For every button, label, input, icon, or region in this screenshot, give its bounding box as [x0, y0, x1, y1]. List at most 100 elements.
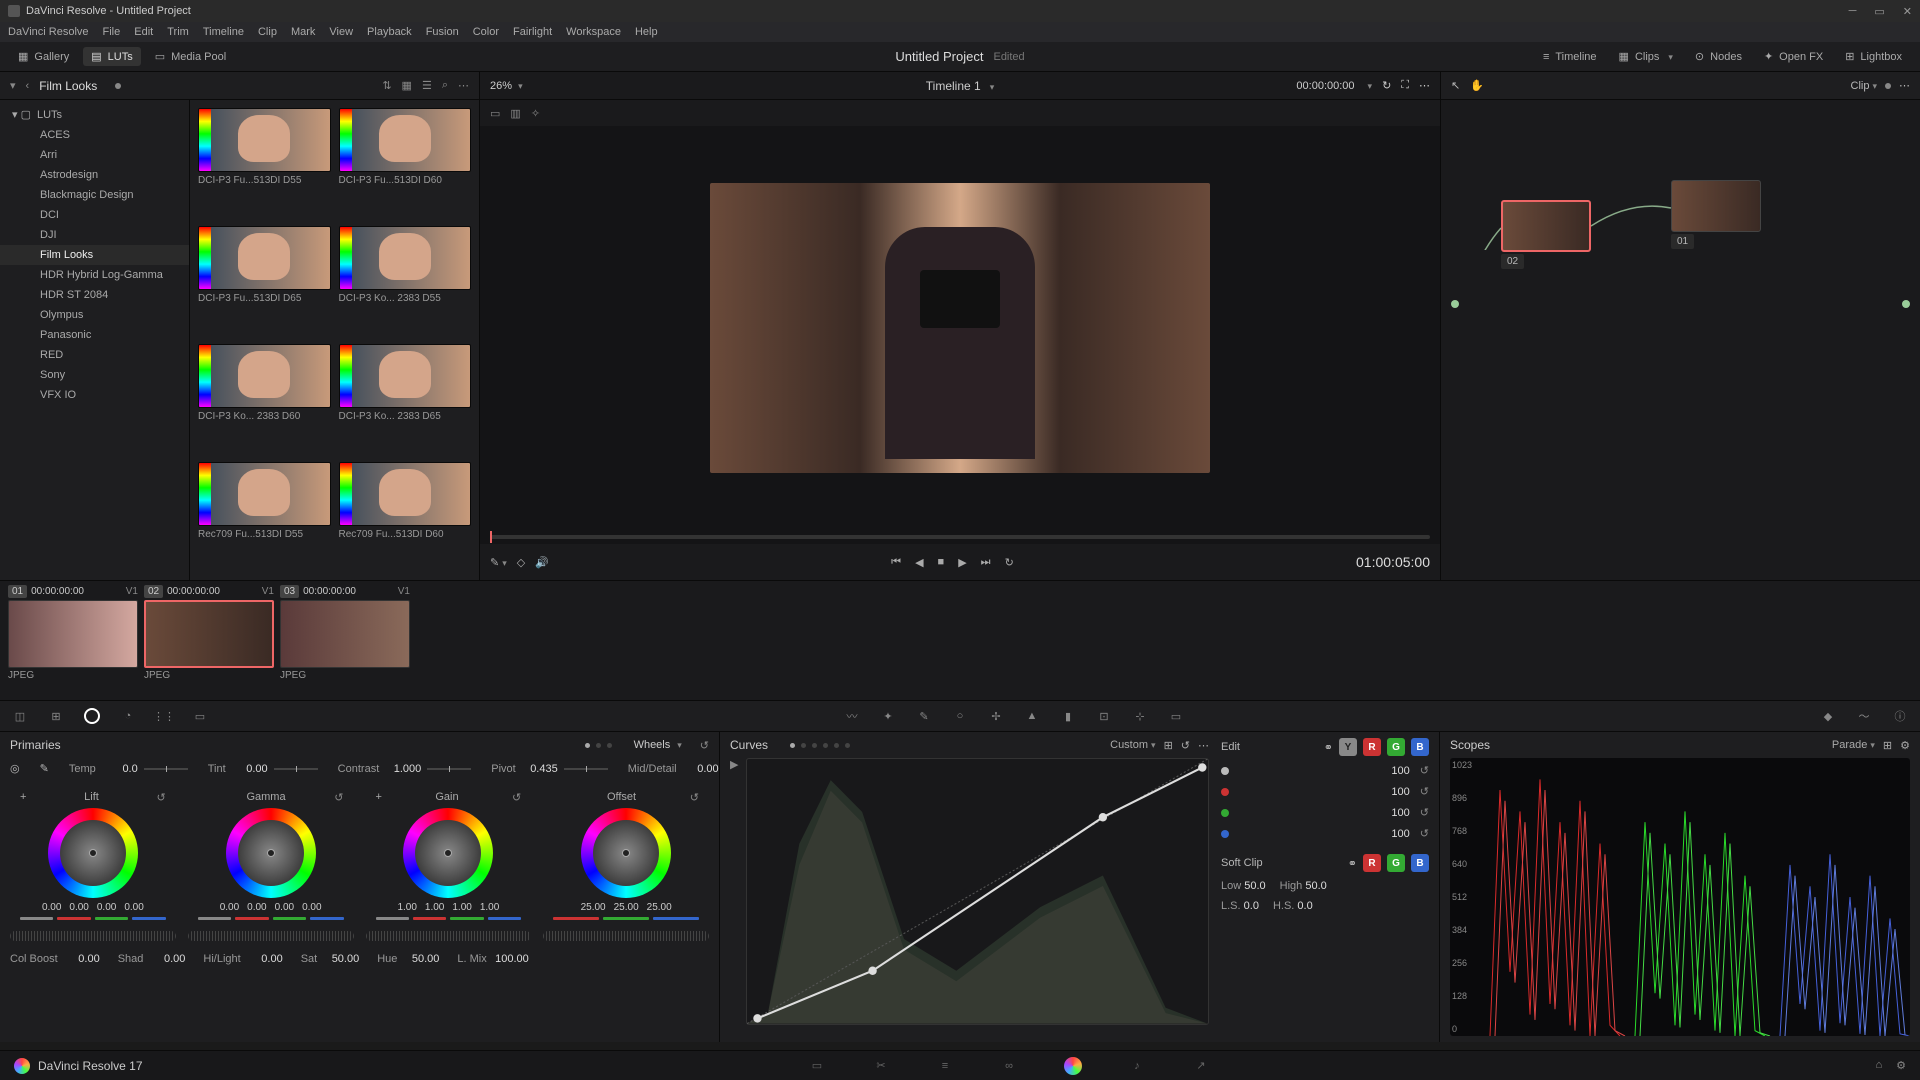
- channel-intensity[interactable]: 100↺: [1221, 827, 1429, 840]
- node-input-port[interactable]: [1451, 300, 1459, 308]
- node[interactable]: 02: [1501, 200, 1591, 269]
- sc-low[interactable]: Low 50.0: [1221, 880, 1266, 892]
- lut-thumb[interactable]: Rec709 Fu...513DI D60: [339, 462, 472, 572]
- prev-frame-button[interactable]: ◀: [915, 556, 923, 569]
- scrubber[interactable]: [480, 530, 1440, 544]
- curves-graph[interactable]: [746, 758, 1209, 1025]
- page-dots[interactable]: [585, 743, 612, 748]
- picker-icon[interactable]: ✎: [490, 556, 507, 569]
- sc-ls[interactable]: L.S. 0.0: [1221, 900, 1259, 912]
- reset-icon[interactable]: ↺: [1420, 806, 1429, 819]
- sort-icon[interactable]: ⇅: [382, 79, 391, 92]
- info-icon[interactable]: ⓘ: [1890, 706, 1910, 726]
- playhead[interactable]: [490, 531, 492, 543]
- luts-button[interactable]: ▤LUTs: [83, 47, 140, 66]
- more-icon[interactable]: ⋯: [1198, 739, 1209, 752]
- 3d-icon[interactable]: ▭: [1166, 706, 1186, 726]
- split-icon[interactable]: ▥: [510, 107, 520, 120]
- camera-raw-icon[interactable]: ◫: [10, 706, 30, 726]
- channel-intensity[interactable]: 100↺: [1221, 806, 1429, 819]
- nodes-canvas[interactable]: 02 01: [1441, 100, 1920, 580]
- more-icon[interactable]: ⋯: [1419, 79, 1430, 92]
- warper-icon[interactable]: ✦: [878, 706, 898, 726]
- menu-item[interactable]: Trim: [167, 26, 189, 38]
- sat-adjust[interactable]: Sat50.00: [301, 953, 360, 965]
- color-match-icon[interactable]: ⊞: [46, 706, 66, 726]
- menu-item[interactable]: Fusion: [426, 26, 459, 38]
- lut-thumb[interactable]: DCI-P3 Fu...513DI D60: [339, 108, 472, 218]
- lmix-adjust[interactable]: L. Mix100.00: [457, 953, 528, 965]
- lightbox-button[interactable]: ⊞Lightbox: [1837, 47, 1910, 66]
- timecode-in[interactable]: 00:00:00:00: [1296, 80, 1354, 92]
- qualifier-icon[interactable]: ✎: [914, 706, 934, 726]
- hl-adjust[interactable]: Hi/Light0.00: [203, 953, 282, 965]
- lut-category[interactable]: DJI: [0, 225, 189, 245]
- timeline-name[interactable]: Timeline 1: [926, 79, 981, 93]
- reset-icon[interactable]: ↺: [512, 791, 521, 804]
- maximize-button[interactable]: ▭: [1874, 5, 1884, 18]
- tracking-icon[interactable]: ✢: [986, 706, 1006, 726]
- viewer-canvas[interactable]: [480, 126, 1440, 530]
- close-button[interactable]: ✕: [1903, 5, 1912, 18]
- nodes-mode[interactable]: Clip: [1851, 80, 1877, 92]
- list-view-icon[interactable]: ☰: [422, 79, 432, 92]
- pointer-icon[interactable]: ↖: [1451, 79, 1460, 92]
- lut-category[interactable]: Blackmagic Design: [0, 185, 189, 205]
- play-button[interactable]: ▶: [958, 556, 966, 569]
- stop-button[interactable]: ■: [938, 556, 945, 568]
- grid-view-icon[interactable]: ▦: [402, 79, 412, 92]
- reset-icon[interactable]: ↺: [334, 791, 343, 804]
- wheel-handle[interactable]: [89, 849, 97, 857]
- lut-category[interactable]: Arri: [0, 145, 189, 165]
- histogram-toggle[interactable]: ▶: [730, 758, 738, 1025]
- menu-item[interactable]: Help: [635, 26, 658, 38]
- channel-r-button[interactable]: R: [1363, 738, 1381, 756]
- zoom-level[interactable]: 26%: [490, 80, 523, 92]
- menu-item[interactable]: Timeline: [203, 26, 244, 38]
- menu-item[interactable]: Color: [473, 26, 499, 38]
- lift-color-wheel[interactable]: [48, 808, 138, 898]
- hue-adjust[interactable]: Hue50.00: [377, 953, 439, 965]
- reset-icon[interactable]: ↺: [690, 791, 699, 804]
- lut-category[interactable]: Panasonic: [0, 325, 189, 345]
- menu-item[interactable]: DaVinci Resolve: [8, 26, 89, 38]
- clips-button[interactable]: ▦Clips: [1611, 47, 1681, 66]
- curves-mode[interactable]: Custom: [1110, 739, 1155, 751]
- gallery-button[interactable]: ▦Gallery: [10, 47, 77, 66]
- mute-icon[interactable]: 🔊: [535, 556, 549, 569]
- gain-color-wheel[interactable]: [403, 808, 493, 898]
- color-wheels-icon[interactable]: [82, 706, 102, 726]
- reset-icon[interactable]: ↺: [1181, 739, 1190, 752]
- lut-category[interactable]: Film Looks: [0, 245, 189, 265]
- wheel-handle[interactable]: [267, 849, 275, 857]
- edit-page[interactable]: ≡: [933, 1054, 957, 1078]
- highlight-icon[interactable]: ▭: [490, 107, 500, 120]
- channel-y-button[interactable]: Y: [1339, 738, 1357, 756]
- menu-item[interactable]: Mark: [291, 26, 315, 38]
- primaries-mode[interactable]: Wheels: [634, 739, 682, 751]
- colboost-adjust[interactable]: Col Boost0.00: [10, 953, 100, 965]
- menu-item[interactable]: Playback: [367, 26, 412, 38]
- media-pool-button[interactable]: ▭Media Pool: [147, 47, 234, 66]
- sc-g-button[interactable]: G: [1387, 854, 1405, 872]
- menu-item[interactable]: View: [329, 26, 353, 38]
- offset-color-wheel[interactable]: [581, 808, 671, 898]
- hdr-icon[interactable]: ◔: [118, 706, 138, 726]
- menu-item[interactable]: File: [103, 26, 121, 38]
- link-icon[interactable]: ⚭: [1348, 857, 1357, 870]
- mid-adjust[interactable]: Mid/Detail0.00: [628, 763, 719, 775]
- node-output-port[interactable]: [1902, 300, 1910, 308]
- nodes-button[interactable]: ⊙Nodes: [1687, 47, 1750, 66]
- unmix-icon[interactable]: ◇: [517, 556, 525, 569]
- media-page[interactable]: ▭: [805, 1054, 829, 1078]
- channel-intensity[interactable]: 100↺: [1221, 785, 1429, 798]
- lut-root[interactable]: ▾ ▢LUTs: [0, 104, 189, 125]
- menu-item[interactable]: Edit: [134, 26, 153, 38]
- motion-icon[interactable]: ▭: [190, 706, 210, 726]
- lut-category[interactable]: HDR Hybrid Log-Gamma: [0, 265, 189, 285]
- temp-adjust[interactable]: Temp0.0: [69, 763, 188, 775]
- loop-icon[interactable]: ↻: [1382, 79, 1391, 92]
- menu-item[interactable]: Clip: [258, 26, 277, 38]
- reset-icon[interactable]: ↺: [1420, 764, 1429, 777]
- clip[interactable]: 0300:00:00:00V1 JPEG: [280, 585, 410, 696]
